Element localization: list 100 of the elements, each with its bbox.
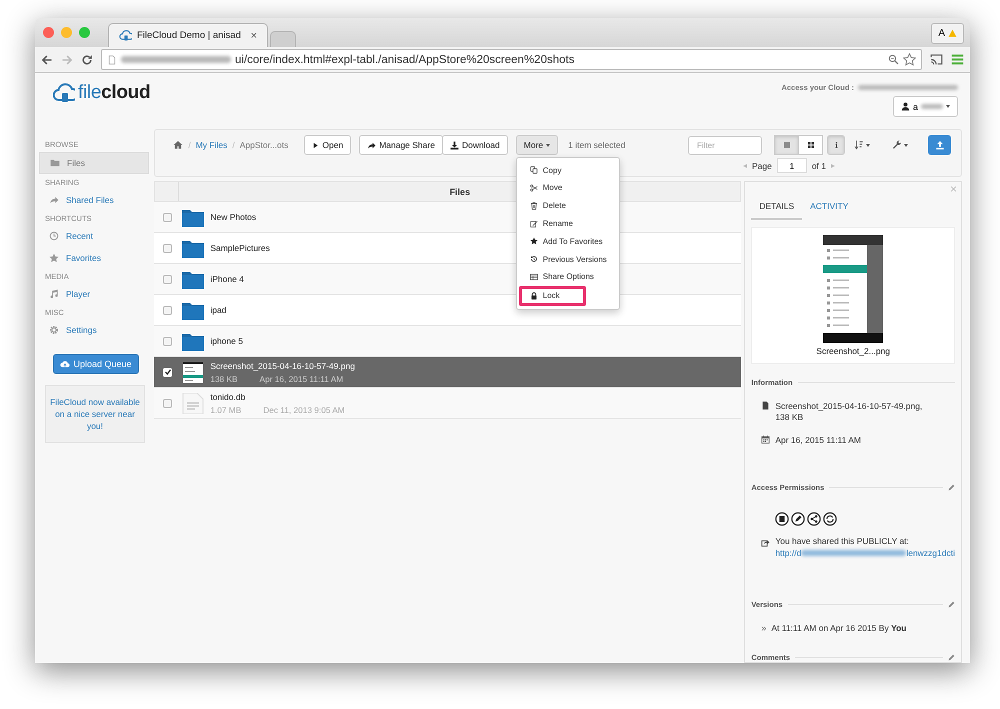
share-link[interactable]: lenwzzg1dcti: [906, 547, 955, 560]
menu-icon: [951, 53, 964, 66]
bookmark-star-icon: [903, 53, 916, 66]
cloud-upload-icon: [60, 359, 70, 370]
browser-tab[interactable]: [270, 31, 296, 48]
tab-close-button[interactable]: ×: [250, 30, 257, 42]
reload-icon: [81, 54, 93, 66]
sidebar-item[interactable]: Files: [39, 152, 150, 174]
share-circle-icon: [807, 512, 822, 526]
toolbar-button[interactable]: Manage Share: [359, 135, 443, 156]
sidebar-item[interactable]: Favorites: [39, 248, 150, 268]
file-row[interactable]: Screenshot_2015-04-16-10-57-49.png 138 KB Apr 16, 2015 11:11 AM: [154, 357, 742, 388]
file-name: iPhone 4: [210, 274, 244, 284]
lock-icon: [530, 292, 538, 300]
browser-tab[interactable]: FileCloud Demo | anisad ×: [108, 23, 268, 48]
column-header: Files: [450, 186, 470, 197]
minimize-window-icon[interactable]: [61, 27, 72, 38]
sidebar-item[interactable]: Shared Files: [39, 190, 150, 210]
sidebar-item[interactable]: Settings: [39, 320, 150, 340]
user-menu-button[interactable]: a: [892, 96, 958, 118]
folder-icon: [50, 158, 60, 168]
sort-button[interactable]: [854, 140, 870, 150]
menu-item[interactable]: Lock: [518, 286, 586, 306]
details-tab[interactable]: ACTIVITY: [802, 198, 856, 220]
copy-icon: [530, 166, 538, 174]
grid-view-icon: [806, 141, 814, 150]
upload-icon: [934, 140, 944, 150]
settings-dropdown-button[interactable]: [892, 140, 908, 150]
warning-icon: [948, 29, 957, 38]
checkbox[interactable]: [163, 336, 172, 346]
share-link[interactable]: http://d: [775, 547, 802, 560]
share-text: You have shared this PUBLICLY at:: [775, 535, 910, 548]
toolbar-button[interactable]: Download: [442, 135, 508, 156]
pencil-circle-icon: [791, 512, 806, 526]
details-tab[interactable]: DETAILS: [751, 198, 802, 220]
scissors-icon: [530, 184, 538, 192]
caret-icon: [866, 144, 870, 147]
maximize-window-icon[interactable]: [79, 27, 90, 38]
tab-title: FileCloud Demo | anisad: [137, 30, 241, 42]
history-icon: [530, 255, 538, 264]
close-window-icon[interactable]: [43, 27, 54, 38]
info-button[interactable]: [827, 135, 845, 156]
url-text: ui/core/index.html#expl-tabl./anisad/AppStore%20screen%20shots: [235, 54, 574, 66]
file-info: Screenshot_2015-04-16-10-57-49.png, 138 KB: [775, 401, 924, 424]
previous-page-icon[interactable]: [742, 164, 747, 168]
file-size: 138 KB: [210, 374, 238, 384]
more-button[interactable]: More: [516, 135, 558, 156]
checkbox[interactable]: [163, 368, 172, 377]
sidebar-item[interactable]: Recent: [39, 226, 150, 246]
file-icon: [761, 401, 770, 410]
upload-button[interactable]: [928, 135, 951, 156]
caret-icon: [946, 105, 950, 108]
edit-icon: [530, 220, 538, 228]
logo-text: filecloud: [78, 82, 150, 104]
profile-button[interactable]: A: [931, 23, 964, 44]
file-date: Apr 16, 2015 11:11 AM: [775, 435, 862, 446]
checkbox[interactable]: [163, 306, 172, 315]
checkbox[interactable]: [163, 244, 172, 253]
profile-name: A: [938, 28, 945, 39]
download-icon: [450, 140, 459, 150]
page-total: of 1: [812, 160, 826, 171]
share-icon: [761, 538, 770, 548]
menu-item[interactable]: Copy: [516, 161, 619, 180]
checkbox[interactable]: [163, 398, 172, 408]
wrench-icon: [892, 140, 902, 150]
breadcrumb-item: AppStor...ots: [240, 140, 288, 150]
menu-item[interactable]: Add To Favorites: [516, 232, 619, 250]
cast-icon: [930, 53, 943, 66]
image-thumbnail-icon: [182, 362, 204, 383]
open-button[interactable]: Open: [304, 135, 352, 156]
selection-count: 1 item selected: [568, 140, 626, 150]
caret-icon: [904, 144, 908, 147]
preview-caption: Screenshot_2...png: [816, 346, 890, 356]
menu-item[interactable]: Share Options: [516, 268, 619, 286]
sidebar-item[interactable]: Player: [39, 284, 150, 304]
breadcrumb-separator: /: [188, 140, 191, 150]
file-name: New Photos: [210, 212, 256, 222]
file-name: ipad: [210, 305, 226, 316]
share-arrow-icon: [49, 195, 59, 206]
menu-item[interactable]: Rename: [516, 214, 619, 232]
zoom-icon: [888, 54, 899, 66]
breadcrumb-separator: /: [232, 140, 235, 150]
cloud-icon: [119, 30, 132, 42]
address-field[interactable]: ui/core/index.html#expl-tabl./anisad/AppStore%20screen%20shots: [101, 49, 922, 70]
view-toggle-button[interactable]: [798, 135, 823, 156]
page-field[interactable]: 1: [776, 158, 807, 174]
breadcrumb-item[interactable]: My Files: [196, 140, 228, 150]
view-toggle-button[interactable]: [774, 135, 799, 156]
list-view-icon: [782, 141, 790, 150]
filter-field[interactable]: Filter: [688, 136, 762, 155]
upload-queue-button[interactable]: Upload Queue: [53, 354, 139, 374]
checkbox[interactable]: [163, 212, 172, 222]
play-icon: [312, 142, 320, 149]
checkbox[interactable]: [163, 274, 172, 284]
table-icon: [530, 272, 538, 281]
share-arrow-icon: [367, 140, 376, 150]
menu-item[interactable]: Move: [516, 179, 619, 197]
next-page-icon[interactable]: [831, 164, 835, 168]
info-icon: [832, 141, 840, 150]
calendar-icon: [761, 435, 770, 444]
